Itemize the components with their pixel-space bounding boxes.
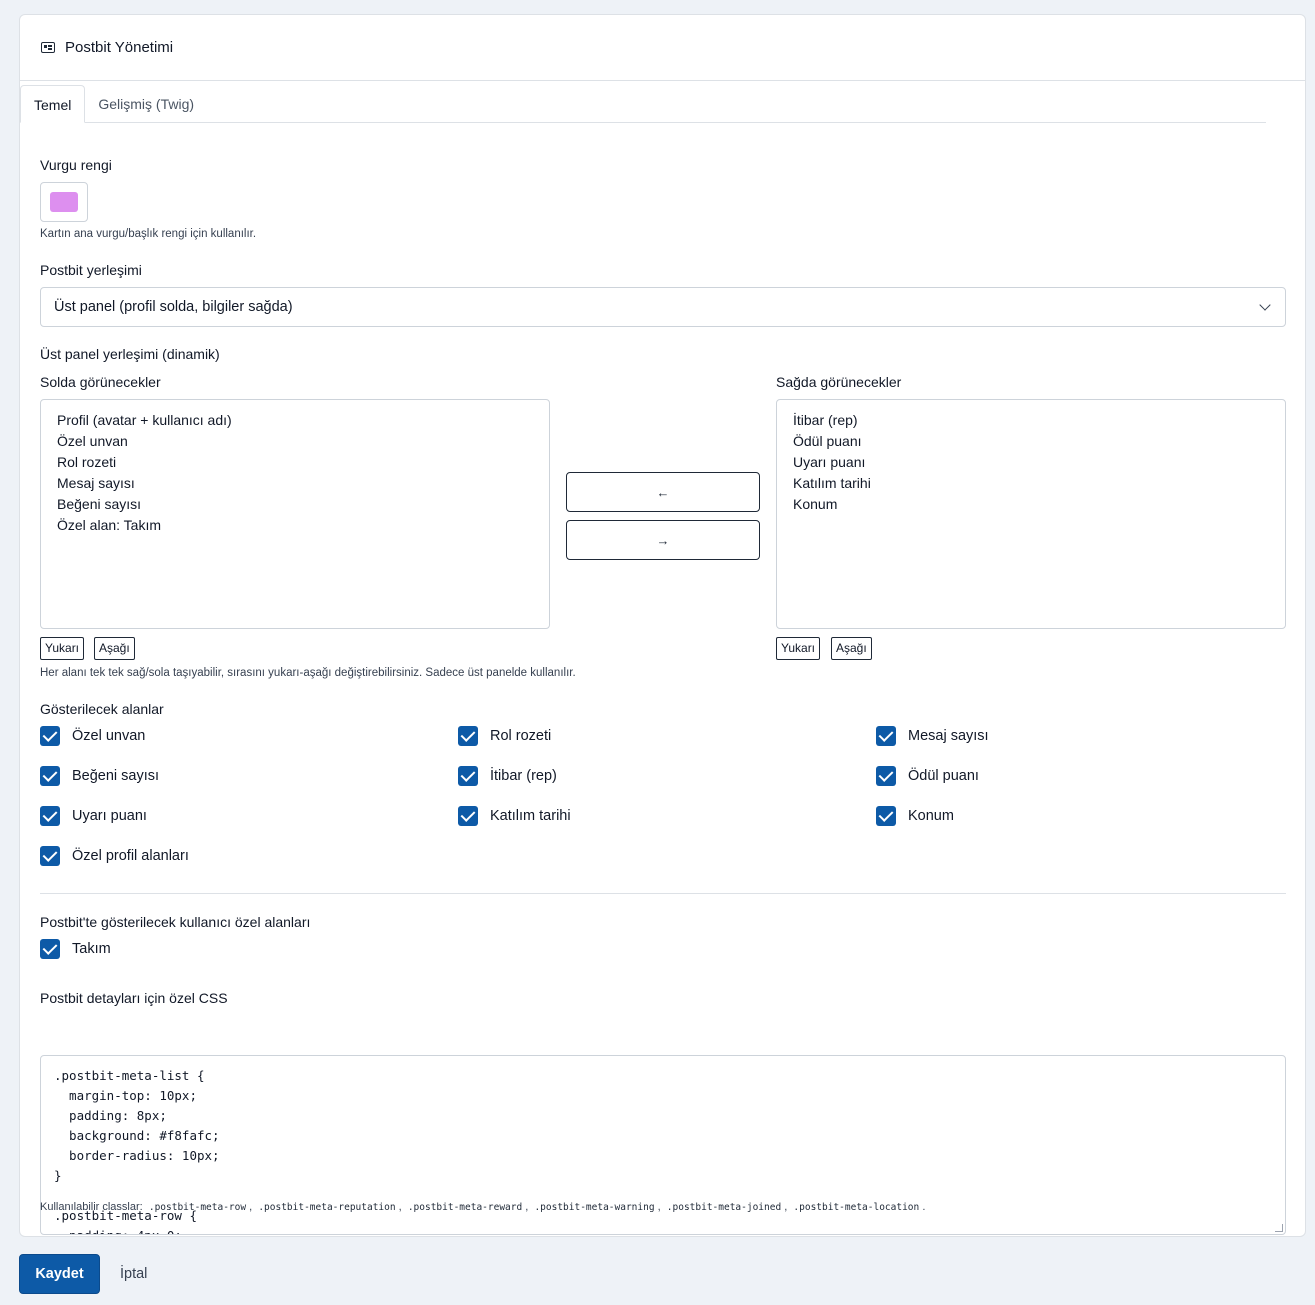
tab-gelismis-twig[interactable]: Gelişmiş (Twig) [85,85,207,123]
left-list-label: Solda görünecekler [40,374,161,390]
class-code: .postbit-meta-warning [534,1201,655,1213]
checkbox-label: Konum [908,808,954,824]
checkbox-uyari-puani[interactable]: Uyarı puanı [40,806,147,826]
checkbox-checked[interactable] [876,806,896,826]
cancel-button[interactable]: İptal [120,1254,147,1294]
checkbox-odul-puani[interactable]: Ödül puanı [876,766,979,786]
available-classes: Kullanılabilir classlar: .postbit-meta-r… [40,1201,926,1213]
class-code: .postbit-meta-row [148,1201,247,1213]
checkbox-label: Rol rozeti [490,728,552,744]
tab-temel[interactable]: Temel [20,85,86,123]
right-list-label: Sağda görünecekler [776,374,902,390]
checkbox-label: İtibar (rep) [490,768,557,784]
checkbox-ozel-unvan[interactable]: Özel unvan [40,726,145,746]
checkbox-konum[interactable]: Konum [876,806,954,826]
checkbox-checked[interactable] [876,726,896,746]
class-code: .postbit-meta-reputation [258,1201,396,1213]
checkbox-katilim-tarihi[interactable]: Katılım tarihi [458,806,571,826]
accent-color-label: Vurgu rengi [40,157,112,173]
list-item[interactable]: Ödül puanı [793,431,1269,452]
classes-label: Kullanılabilir classlar: [40,1201,143,1213]
list-item[interactable]: Özel unvan [57,431,533,452]
class-code: .postbit-meta-reward [407,1201,523,1213]
checkbox-label: Özel profil alanları [72,848,189,864]
list-item[interactable]: Özel alan: Takım [57,515,533,536]
checkbox-label: Mesaj sayısı [908,728,989,744]
list-item[interactable]: Katılım tarihi [793,473,1269,494]
checkbox-takim[interactable]: Takım [40,939,111,959]
page-title: Postbit Yönetimi [65,39,174,56]
checkbox-checked[interactable] [458,806,478,826]
divider [40,893,1286,894]
list-item[interactable]: Mesaj sayısı [57,473,533,494]
dynamic-help: Her alanı tek tek sağ/sola taşıyabilir, … [40,667,576,679]
list-item[interactable]: Profil (avatar + kullanıcı adı) [57,410,533,431]
move-left-button[interactable]: ← [566,472,760,512]
dynamic-layout-title: Üst panel yerleşimi (dinamik) [40,346,220,362]
checkbox-begeni-sayisi[interactable]: Beğeni sayısı [40,766,159,786]
layout-select-value: Üst panel (profil solda, bilgiler sağda) [54,299,293,315]
checkbox-itibar[interactable]: İtibar (rep) [458,766,557,786]
card-body: Temel Gelişmiş (Twig) [20,85,1266,123]
checkbox-mesaj-sayisi[interactable]: Mesaj sayısı [876,726,989,746]
checkbox-checked[interactable] [40,806,60,826]
accent-color-swatch [50,192,78,212]
checkbox-checked[interactable] [40,726,60,746]
left-down-button[interactable]: Aşağı [94,637,135,660]
fields-label: Gösterilecek alanlar [40,701,164,717]
accent-color-help: Kartın ana vurgu/başlık rengi için kulla… [40,228,257,240]
checkbox-checked[interactable] [458,726,478,746]
left-listbox[interactable]: Profil (avatar + kullanıcı adı) Özel unv… [40,399,550,629]
chevron-down-icon [1259,299,1271,311]
custom-fields-label: Postbit'te gösterilecek kullanıcı özel a… [40,914,311,930]
checkbox-checked[interactable] [876,766,896,786]
id-card-icon [41,42,55,53]
checkbox-label: Takım [72,941,111,957]
checkbox-label: Uyarı puanı [72,808,147,824]
checkbox-ozel-profil-alanlari[interactable]: Özel profil alanları [40,846,189,866]
checkbox-label: Katılım tarihi [490,808,571,824]
css-label: Postbit detayları için özel CSS [40,990,228,1006]
checkbox-label: Beğeni sayısı [72,768,160,784]
class-code: .postbit-meta-joined [666,1201,782,1213]
list-item[interactable]: Konum [793,494,1269,515]
class-code: .postbit-meta-location [793,1201,920,1213]
list-item[interactable]: Beğeni sayısı [57,494,533,515]
save-button[interactable]: Kaydet [19,1254,100,1294]
layout-label: Postbit yerleşimi [40,262,142,278]
accent-color-picker[interactable] [40,182,88,222]
checkbox-checked[interactable] [458,766,478,786]
tab-bar: Temel Gelişmiş (Twig) [20,85,1266,123]
left-up-button[interactable]: Yukarı [40,637,85,660]
card-header: Postbit Yönetimi [20,15,1305,81]
checkbox-checked[interactable] [40,846,60,866]
list-item[interactable]: Uyarı puanı [793,452,1269,473]
list-item[interactable]: İtibar (rep) [793,410,1269,431]
right-down-button[interactable]: Aşağı [831,637,872,660]
layout-select[interactable]: Üst panel (profil solda, bilgiler sağda) [40,287,1286,327]
list-item[interactable]: Rol rozeti [57,452,533,473]
checkbox-rol-rozeti[interactable]: Rol rozeti [458,726,551,746]
right-up-button[interactable]: Yukarı [776,637,821,660]
resize-handle-icon[interactable] [1275,1224,1283,1232]
move-right-button[interactable]: → [566,520,760,560]
checkbox-label: Özel unvan [72,728,146,744]
right-listbox[interactable]: İtibar (rep) Ödül puanı Uyarı puanı Katı… [776,399,1286,629]
checkbox-checked[interactable] [40,939,60,959]
checkbox-checked[interactable] [40,766,60,786]
checkbox-label: Ödül puanı [908,768,979,784]
